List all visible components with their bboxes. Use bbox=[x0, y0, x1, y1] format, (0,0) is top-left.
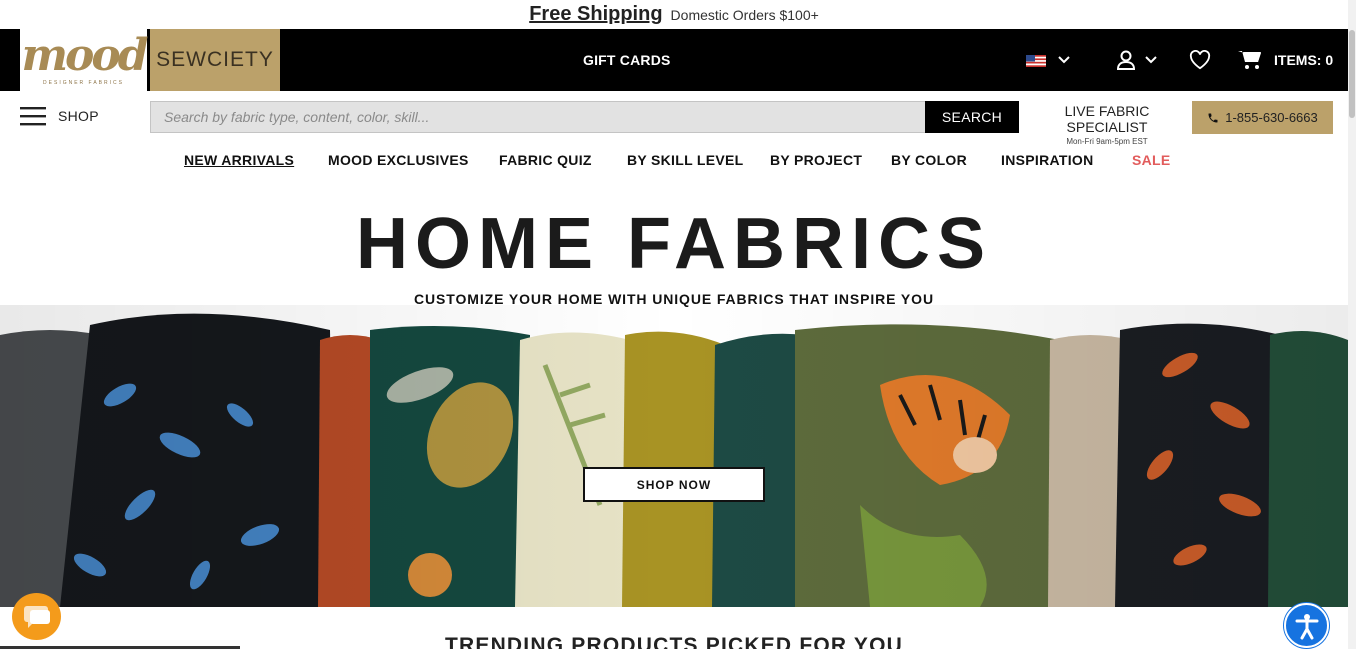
search-input[interactable] bbox=[150, 101, 926, 133]
shop-now-button[interactable]: SHOP NOW bbox=[583, 467, 765, 502]
phone-number: 1-855-630-6663 bbox=[1225, 110, 1318, 125]
cart-icon[interactable] bbox=[1238, 29, 1262, 91]
nav-by-color[interactable]: BY COLOR bbox=[891, 152, 967, 168]
main-nav: NEW ARRIVALS MOOD EXCLUSIVES FABRIC QUIZ… bbox=[0, 152, 1348, 170]
accessibility-icon[interactable] bbox=[1284, 603, 1329, 648]
top-header: mood DESIGNER FABRICS SEWCIETY GIFT CARD… bbox=[0, 29, 1348, 91]
promo-bar: Free Shipping Domestic Orders $100+ bbox=[0, 0, 1348, 29]
user-icon[interactable] bbox=[1116, 29, 1136, 91]
heart-icon[interactable] bbox=[1189, 29, 1211, 91]
mood-logo-wordmark: mood bbox=[21, 30, 148, 81]
nav-by-project[interactable]: BY PROJECT bbox=[770, 152, 862, 168]
scrollbar-thumb[interactable] bbox=[1349, 30, 1355, 118]
hero-fabric-image[interactable] bbox=[0, 305, 1348, 607]
us-flag-icon[interactable] bbox=[1026, 55, 1046, 67]
chat-icon[interactable] bbox=[12, 593, 61, 640]
live-specialist-hours: Mon-Fri 9am-5pm EST bbox=[1066, 137, 1148, 146]
phone-button[interactable]: 1-855-630-6663 bbox=[1192, 101, 1333, 134]
chevron-down-icon[interactable] bbox=[1058, 29, 1070, 91]
mood-logo[interactable]: mood DESIGNER FABRICS bbox=[20, 29, 149, 91]
free-shipping-link[interactable]: Free Shipping bbox=[529, 3, 662, 26]
sewciety-logo[interactable]: SEWCIETY bbox=[150, 29, 280, 91]
shop-menu-label: SHOP bbox=[58, 108, 99, 124]
shop-menu-button[interactable]: SHOP bbox=[20, 106, 99, 126]
phone-icon bbox=[1208, 113, 1218, 122]
live-specialist: LIVE FABRIC SPECIALIST Mon-Fri 9am-5pm E… bbox=[1027, 103, 1187, 146]
nav-new-arrivals[interactable]: NEW ARRIVALS bbox=[184, 152, 294, 168]
cart-items-count[interactable]: ITEMS: 0 bbox=[1274, 29, 1333, 91]
nav-by-skill-level[interactable]: BY SKILL LEVEL bbox=[627, 152, 743, 168]
hamburger-menu-icon bbox=[20, 107, 46, 126]
page-scrollbar[interactable] bbox=[1348, 0, 1356, 649]
search-button[interactable]: SEARCH bbox=[925, 101, 1019, 133]
nav-mood-exclusives[interactable]: MOOD EXCLUSIVES bbox=[328, 152, 469, 168]
free-shipping-detail: Domestic Orders $100+ bbox=[670, 6, 819, 23]
gift-cards-link[interactable]: GIFT CARDS bbox=[583, 29, 671, 91]
hero-title: HOME FABRICS bbox=[355, 204, 993, 284]
nav-sale[interactable]: SALE bbox=[1132, 152, 1171, 168]
mood-logo-tagline: DESIGNER FABRICS bbox=[43, 80, 124, 86]
chevron-down-icon[interactable] bbox=[1145, 29, 1157, 91]
nav-inspiration[interactable]: INSPIRATION bbox=[1001, 152, 1094, 168]
nav-fabric-quiz[interactable]: FABRIC QUIZ bbox=[499, 152, 592, 168]
live-specialist-title: LIVE FABRIC SPECIALIST bbox=[1064, 103, 1150, 135]
